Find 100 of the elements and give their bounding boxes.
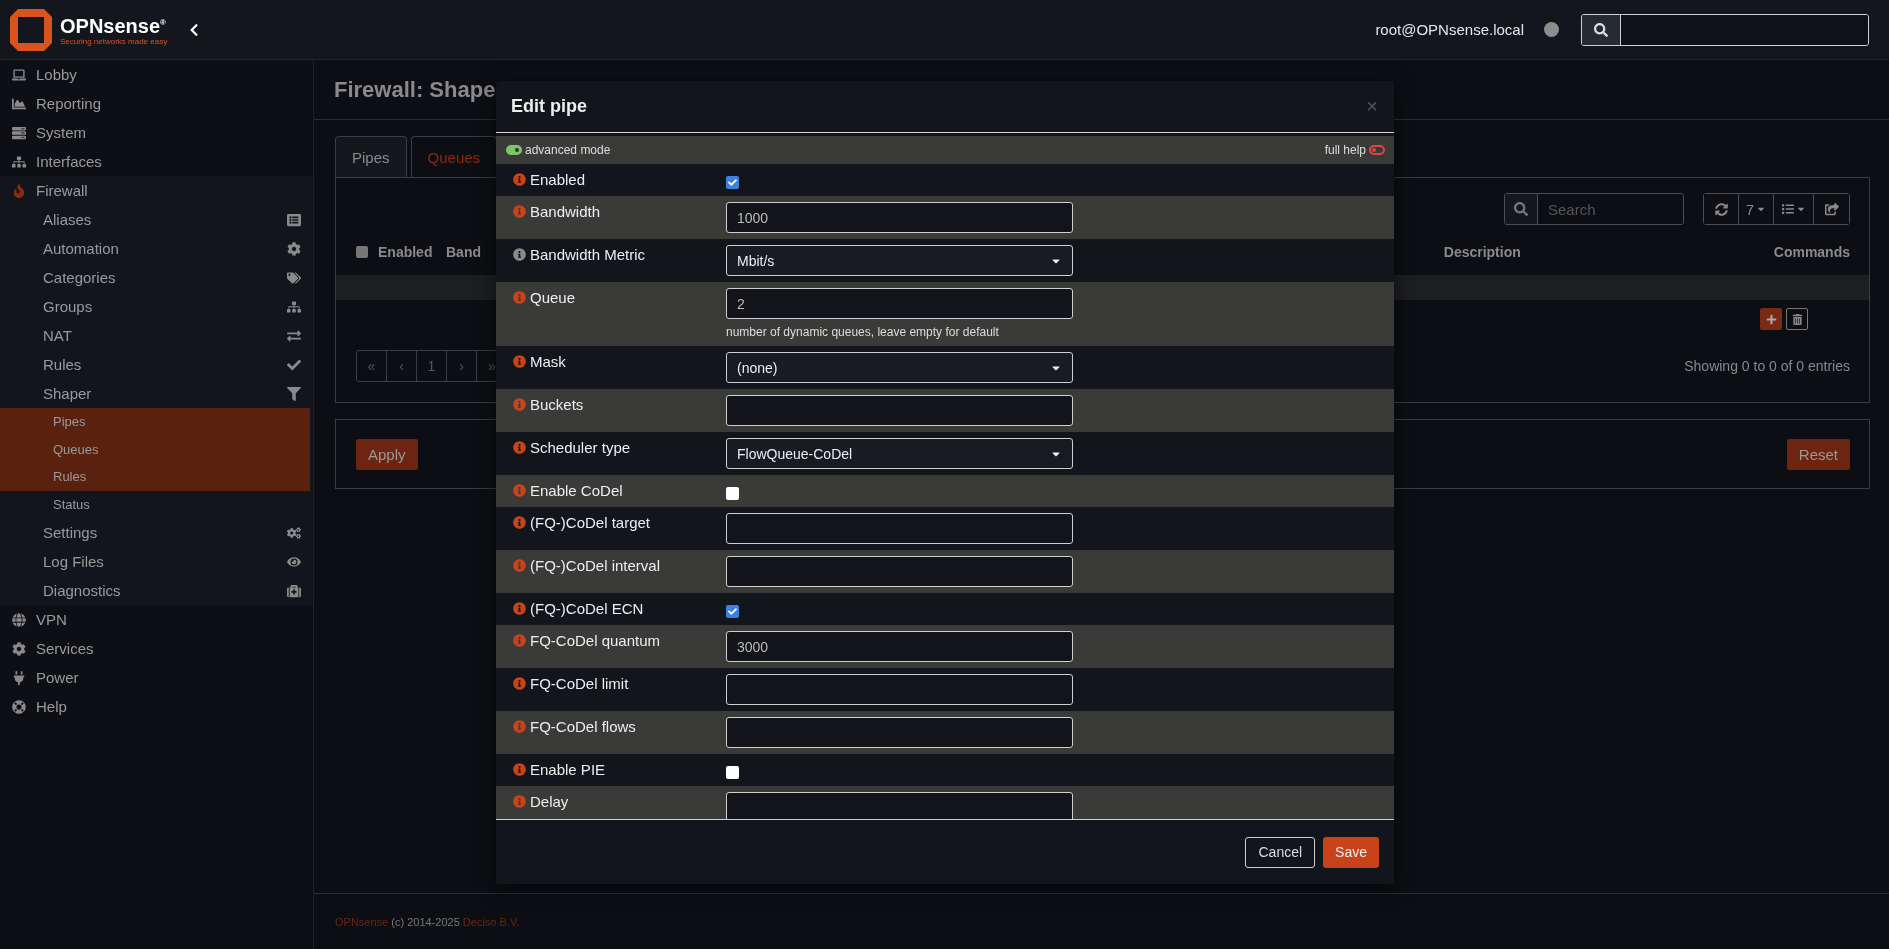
server-icon bbox=[12, 125, 26, 140]
sidebar-item[interactable]: Log Files bbox=[0, 547, 313, 576]
refresh-button[interactable] bbox=[1704, 194, 1739, 224]
select-field[interactable]: (none) bbox=[726, 352, 1073, 383]
field-label: Mask bbox=[530, 352, 566, 372]
sidebar-item[interactable]: System bbox=[0, 118, 313, 147]
delete-button[interactable] bbox=[1786, 308, 1808, 330]
sidebar-item[interactable]: Categories bbox=[0, 263, 313, 292]
info-icon[interactable] bbox=[513, 634, 526, 647]
dialog-title: Edit pipe bbox=[511, 96, 587, 117]
sidebar-item[interactable]: Interfaces bbox=[0, 147, 313, 176]
info-icon[interactable] bbox=[513, 720, 526, 733]
sidebar-item[interactable]: Rules bbox=[0, 463, 310, 491]
field-label: (FQ-)CoDel interval bbox=[530, 556, 661, 576]
field-label: (FQ-)CoDel target bbox=[530, 513, 651, 533]
arrows-icon bbox=[287, 328, 301, 343]
toggle-switch[interactable] bbox=[506, 145, 522, 155]
sidebar-item[interactable]: Lobby bbox=[0, 60, 313, 89]
input-field[interactable]: 2 bbox=[726, 288, 1073, 319]
info-icon[interactable] bbox=[513, 355, 526, 368]
info-icon[interactable] bbox=[513, 677, 526, 690]
add-button[interactable] bbox=[1760, 308, 1782, 330]
input-field[interactable]: 1000 bbox=[726, 202, 1073, 233]
field-label: Scheduler type bbox=[530, 438, 631, 458]
sidebar-item[interactable]: Diagnostics bbox=[0, 576, 313, 605]
sidebar-item[interactable]: Status bbox=[0, 490, 313, 518]
sidebar-item[interactable]: Queues bbox=[0, 435, 310, 463]
sidebar-item[interactable]: Rules bbox=[0, 350, 313, 379]
checkbox[interactable] bbox=[726, 766, 739, 779]
select-field[interactable]: Mbit/s bbox=[726, 245, 1073, 276]
input-field[interactable] bbox=[726, 513, 1073, 544]
sidebar-item[interactable]: Reporting bbox=[0, 89, 313, 118]
info-icon[interactable] bbox=[513, 516, 526, 529]
input-field[interactable] bbox=[726, 556, 1073, 587]
area-chart-icon bbox=[12, 96, 26, 111]
input-field[interactable] bbox=[726, 717, 1073, 748]
entries-info: Showing 0 to 0 of 0 entries bbox=[1684, 358, 1850, 374]
column-header: Band bbox=[446, 244, 481, 260]
apply-button[interactable]: Apply bbox=[356, 438, 418, 470]
toggle-switch[interactable] bbox=[1369, 145, 1385, 155]
info-icon[interactable] bbox=[513, 248, 526, 261]
medkit-icon bbox=[287, 583, 301, 598]
laptop-icon bbox=[12, 67, 26, 82]
input-field[interactable] bbox=[726, 792, 1073, 819]
sidebar-item[interactable]: VPN bbox=[0, 605, 313, 634]
sidebar-item[interactable]: Settings bbox=[0, 518, 313, 547]
input-field[interactable] bbox=[726, 674, 1073, 705]
input-field[interactable]: 3000 bbox=[726, 631, 1073, 662]
sidebar-item[interactable]: Pipes bbox=[0, 408, 310, 436]
filter-icon bbox=[287, 386, 301, 401]
sidebar-item[interactable]: Groups bbox=[0, 292, 313, 321]
sidebar-item[interactable]: Services bbox=[0, 634, 313, 663]
sidebar-item[interactable]: Firewall bbox=[0, 176, 313, 205]
copyright-text: OPNsense (c) 2014-2025 Deciso B.V. bbox=[335, 915, 520, 928]
info-icon[interactable] bbox=[513, 559, 526, 572]
search-icon[interactable] bbox=[1594, 22, 1608, 37]
toggle-label: full help bbox=[1324, 143, 1366, 157]
status-dot bbox=[1544, 22, 1559, 37]
list-icon bbox=[1781, 203, 1794, 215]
select-field[interactable]: FlowQueue-CoDel bbox=[726, 438, 1073, 469]
info-icon[interactable] bbox=[513, 205, 526, 218]
sidebar-item[interactable]: Automation bbox=[0, 234, 313, 263]
checkbox[interactable] bbox=[356, 246, 368, 258]
sidebar-item[interactable]: Aliases bbox=[0, 205, 313, 234]
info-icon[interactable] bbox=[513, 602, 526, 615]
gear-icon bbox=[287, 241, 301, 256]
field-label: FQ-CoDel limit bbox=[530, 674, 629, 694]
save-button[interactable]: Save bbox=[1323, 836, 1379, 868]
flame-icon bbox=[12, 183, 26, 198]
brand-name: OPNsense$^{®}$ bbox=[60, 13, 167, 37]
sidebar-item[interactable]: Power bbox=[0, 663, 313, 692]
info-icon[interactable] bbox=[513, 173, 526, 186]
info-icon[interactable] bbox=[513, 763, 526, 776]
user-name[interactable]: root@OPNsense.local bbox=[1375, 21, 1524, 38]
column-header: Commands bbox=[1773, 244, 1850, 260]
input-field[interactable] bbox=[726, 395, 1073, 426]
info-icon[interactable] bbox=[513, 398, 526, 411]
info-icon[interactable] bbox=[513, 484, 526, 497]
field-label: Bandwidth Metric bbox=[530, 245, 646, 265]
check-icon bbox=[287, 357, 301, 372]
trash-icon bbox=[1791, 313, 1803, 325]
checkbox[interactable] bbox=[726, 605, 739, 618]
sitemap-icon bbox=[287, 299, 301, 314]
info-icon[interactable] bbox=[513, 795, 526, 808]
tags-icon bbox=[287, 270, 301, 285]
field-label: Enable PIE bbox=[530, 760, 606, 780]
reset-button[interactable]: Reset bbox=[1786, 438, 1850, 470]
sidebar-item[interactable]: Help bbox=[0, 692, 313, 721]
sidebar-item[interactable]: Shaper bbox=[0, 379, 313, 408]
tab[interactable]: Pipes bbox=[335, 136, 407, 177]
sidebar-item[interactable]: NAT bbox=[0, 321, 313, 350]
info-icon[interactable] bbox=[513, 291, 526, 304]
gears-icon bbox=[287, 525, 301, 540]
tagline: Securing networks made easy bbox=[60, 36, 168, 47]
cancel-button[interactable]: Cancel bbox=[1245, 836, 1316, 868]
checkbox[interactable] bbox=[726, 176, 739, 189]
checkbox[interactable] bbox=[726, 487, 739, 500]
lifebuoy-icon bbox=[12, 699, 26, 714]
info-icon[interactable] bbox=[513, 441, 526, 454]
search-field[interactable]: Search bbox=[1504, 193, 1684, 225]
